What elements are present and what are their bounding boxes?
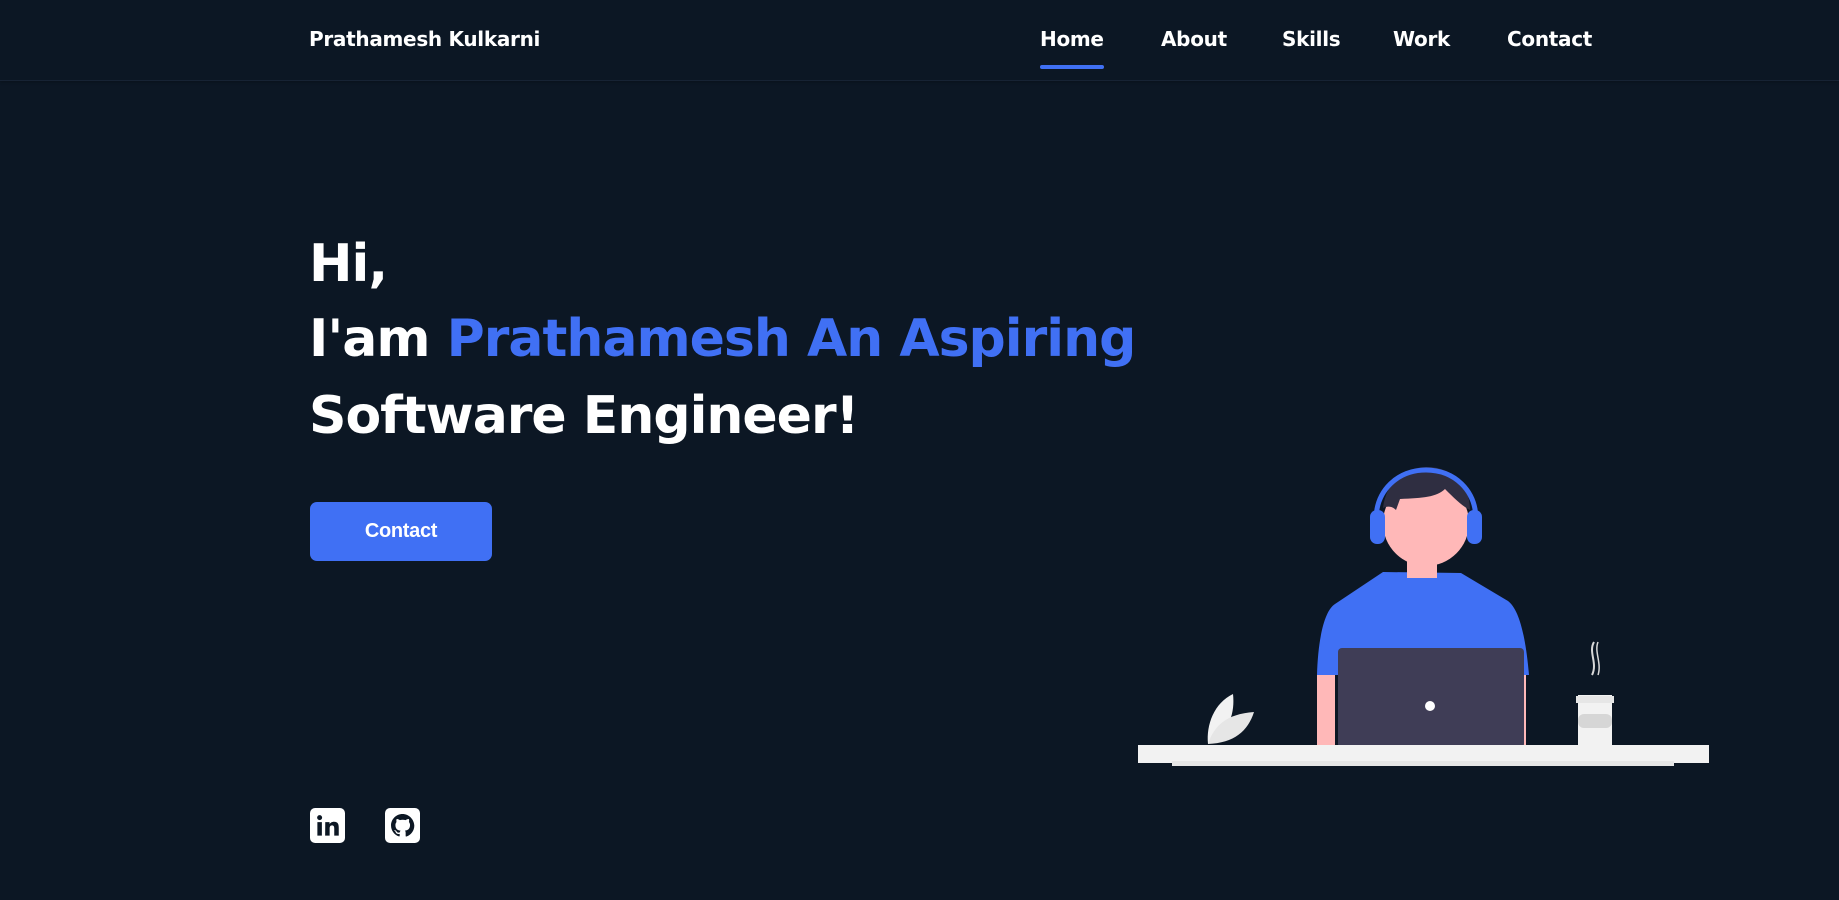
- coffee-cup-icon: [1576, 641, 1614, 747]
- nav-contact[interactable]: Contact: [1507, 27, 1592, 51]
- laptop-icon: [1338, 648, 1524, 748]
- github-link[interactable]: [385, 808, 420, 843]
- nav-work[interactable]: Work: [1393, 27, 1450, 51]
- developer-illustration: [1138, 466, 1709, 766]
- nav-about[interactable]: About: [1161, 27, 1227, 51]
- hero-name-highlight: Prathamesh An Aspiring: [446, 309, 1137, 369]
- contact-button[interactable]: Contact: [310, 502, 492, 561]
- desk-icon: [1138, 745, 1709, 766]
- site-header: Prathamesh Kulkarni Home About Skills Wo…: [0, 0, 1839, 81]
- linkedin-icon: [317, 815, 339, 836]
- nav-skills[interactable]: Skills: [1282, 27, 1341, 51]
- main-nav: Home About Skills Work Contact: [0, 27, 1839, 72]
- hero-role: Software Engineer!: [309, 386, 859, 446]
- hero-intro: I'am Prathamesh An Aspiring: [309, 313, 1136, 365]
- github-icon: [391, 814, 415, 837]
- linkedin-link[interactable]: [310, 808, 345, 843]
- nav-home[interactable]: Home: [1040, 27, 1104, 69]
- hero-greeting: Hi,: [309, 234, 388, 294]
- hero-intro-prefix: I'am: [309, 309, 447, 369]
- plant-icon: [1207, 694, 1254, 744]
